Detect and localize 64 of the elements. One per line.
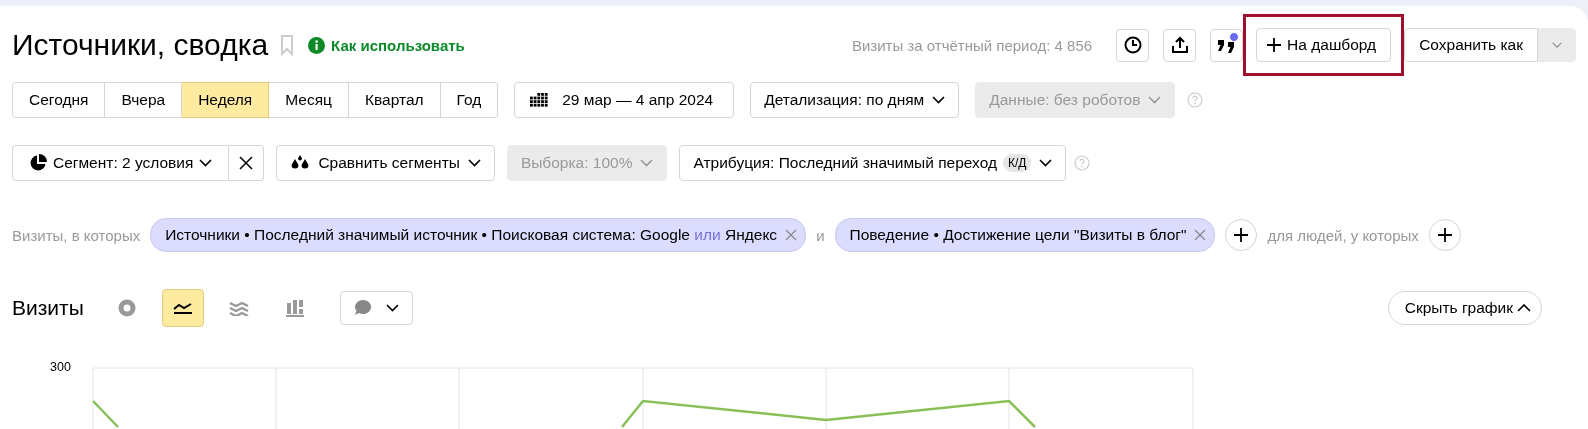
period-tab[interactable]: Месяц bbox=[269, 82, 349, 118]
help-icon[interactable] bbox=[1187, 92, 1204, 108]
close-icon bbox=[239, 156, 254, 170]
clear-segment-button[interactable] bbox=[229, 145, 265, 181]
condition-text: Поведение • Достижение цели "Визиты в блог" bbox=[849, 226, 1187, 244]
period-tab[interactable]: Неделя bbox=[182, 82, 270, 118]
info-icon bbox=[308, 36, 326, 54]
add-people-condition-button[interactable] bbox=[1428, 219, 1461, 251]
condition-chip[interactable]: Поведение • Достижение цели "Визиты в блог" bbox=[834, 218, 1216, 252]
chevron-down-icon bbox=[932, 96, 946, 104]
line-chart-icon bbox=[172, 301, 193, 315]
chevron-up-icon bbox=[1517, 304, 1531, 312]
annotations-dropdown[interactable] bbox=[339, 291, 413, 325]
chevron-down-icon bbox=[640, 159, 654, 167]
visits-summary: Визиты за отчётный период: 4 856 bbox=[851, 36, 1093, 54]
drops-icon bbox=[290, 155, 311, 171]
share-icon bbox=[1170, 36, 1189, 54]
comments-button[interactable] bbox=[1210, 28, 1244, 62]
help-icon[interactable] bbox=[1074, 155, 1091, 171]
speech-bubble-icon bbox=[353, 299, 372, 317]
chart-title: Визиты bbox=[12, 296, 84, 320]
chart-type-button[interactable] bbox=[161, 289, 204, 327]
remove-icon[interactable] bbox=[785, 229, 798, 241]
save-as-button[interactable]: Сохранить как bbox=[1404, 28, 1538, 62]
period-tab[interactable]: Год bbox=[440, 82, 499, 118]
people-conditions-label: для людей, у которых bbox=[1267, 226, 1419, 244]
hide-chart-button[interactable]: Скрыть график bbox=[1387, 291, 1542, 325]
plus-icon bbox=[1437, 228, 1452, 242]
chevron-down-icon bbox=[199, 159, 213, 167]
chevron-down-icon bbox=[1148, 96, 1162, 104]
pie-chart-icon bbox=[29, 154, 47, 172]
conjunction-text: и bbox=[816, 226, 825, 244]
chevron-down-icon bbox=[1552, 41, 1562, 49]
clock-icon bbox=[1123, 36, 1142, 54]
remove-icon[interactable] bbox=[1194, 229, 1207, 241]
condition-chip[interactable]: Источники • Последний значимый источник • Поисковая система: Google или Яндекс bbox=[150, 218, 807, 252]
history-button[interactable] bbox=[1116, 28, 1150, 62]
period-tab[interactable]: Сегодня bbox=[12, 82, 106, 118]
chevron-down-icon bbox=[1039, 159, 1053, 167]
add-condition-button[interactable] bbox=[1225, 219, 1258, 251]
calendar-icon bbox=[530, 93, 549, 107]
bar-chart-icon bbox=[284, 299, 305, 317]
bookmark-icon[interactable] bbox=[280, 34, 295, 56]
period-tab[interactable]: Вчера bbox=[105, 82, 183, 118]
conditions-label: Визиты, в которых bbox=[12, 226, 141, 244]
quote-icon bbox=[1216, 37, 1237, 53]
condition-text: Источники • Последний значимый источник • Поисковая система: Google или Яндекс bbox=[165, 226, 778, 244]
detail-dropdown[interactable]: Детализация: по дням bbox=[750, 82, 960, 118]
help-link[interactable]: Как использовать bbox=[331, 36, 465, 54]
chevron-down-icon bbox=[467, 159, 481, 167]
area-chart-icon bbox=[228, 300, 249, 316]
page-title: Источники, сводка bbox=[12, 28, 269, 62]
plus-icon bbox=[1267, 38, 1282, 52]
export-button[interactable] bbox=[1163, 28, 1197, 62]
donut-chart-icon bbox=[117, 299, 136, 317]
period-tab[interactable]: Квартал bbox=[348, 82, 441, 118]
date-range-button[interactable]: 29 мар — 4 апр 2024 bbox=[514, 82, 735, 118]
dashboard-button[interactable]: На дашборд bbox=[1256, 28, 1392, 62]
compare-segments-dropdown[interactable]: Сравнить сегменты bbox=[276, 145, 495, 181]
axis-tick-label: 300 bbox=[50, 360, 71, 374]
plus-icon bbox=[1234, 228, 1249, 242]
chevron-down-icon bbox=[385, 304, 399, 312]
attribution-dropdown[interactable]: Атрибуция: Последний значимый переход К/Д bbox=[679, 145, 1067, 181]
segment-dropdown[interactable]: Сегмент: 2 условия bbox=[12, 145, 230, 181]
